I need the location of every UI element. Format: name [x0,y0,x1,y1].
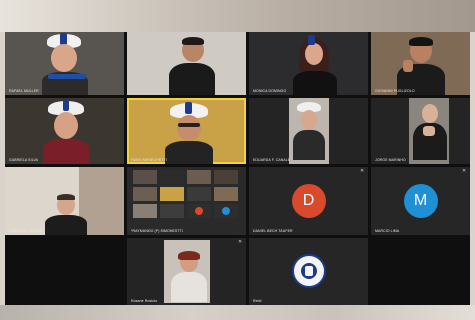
participant-video [165,102,213,164]
muted-mic-icon: ✕ [238,239,243,245]
sub-tile [160,204,184,218]
participant-name: MARCIO LIMA [375,229,400,233]
participant-video [397,37,445,95]
participant-tile-active-speaker[interactable]: FABIO MENEGHETTI [127,98,246,164]
avatar: M [403,184,438,218]
sub-tile-avatar [222,207,230,215]
participant-video [40,33,90,95]
participant-video [43,100,89,164]
sub-tile [160,170,184,184]
organization-logo [292,254,326,288]
participant-name: SANTIAGO JUNIOR [9,229,43,233]
participant-tile[interactable]: Reidi [249,238,368,305]
participant-tile[interactable]: D ✕ DANIEL BECH TAUFER [249,167,368,235]
participant-name: MONICA DOMINGO [253,89,287,93]
sub-tile [133,170,157,184]
muted-mic-icon: ✕ [360,168,365,174]
participant-video [293,35,337,95]
sub-tile [160,187,184,201]
participant-name: Rosane Rostolo [131,299,158,303]
sub-tile [133,204,157,218]
participant-tile[interactable]: JORGE MARINHO [371,98,470,164]
sub-tile [133,187,157,201]
participant-tile[interactable]: GABRIELA SILVA [5,98,124,164]
participant-name: *RAYMUNDO (P) SIMONESTTI [131,229,183,233]
participant-name: FABIO MENEGHETTI [131,158,167,162]
sub-tile [187,187,211,201]
participant-name: JORGE MARINHO [375,158,406,162]
participant-tile[interactable]: EDUARDA F. CANALE [249,98,368,164]
sub-tile [214,170,238,184]
participant-tile-gallery[interactable]: *RAYMUNDO (P) SIMONESTTI [127,167,246,235]
sub-tile-avatar [195,207,203,215]
participant-tile[interactable]: SANTIAGO JUNIOR [5,167,124,235]
participant-tile[interactable]: RAFAEL MULLER [5,32,124,95]
participant-tile[interactable]: ✕ Rosane Rostolo [127,238,246,305]
participant-name: DANIEL BECH TAUFER [253,229,293,233]
participant-tile[interactable] [127,32,246,95]
participant-tile[interactable]: MONICA DOMINGO [249,32,368,95]
avatar: D [291,184,326,218]
participant-tile[interactable]: M ✕ MARCIO LIMA [371,167,470,235]
participant-name: GIOVANNI PUGLIZOLO [375,89,415,93]
participant-video [169,37,215,95]
sub-tile [187,170,211,184]
background-bottom [0,305,475,320]
video-grid: RAFAEL MULLER MONICA DOMINGO GIOVANNI PU… [5,32,470,305]
participant-name: GABRIELA SILVA [9,158,39,162]
participant-video [45,194,87,235]
sub-tile [214,187,238,201]
muted-mic-icon: ✕ [462,168,467,174]
avatar-initial: M [413,192,428,209]
participant-name: RAFAEL MULLER [9,89,39,93]
participant-tile[interactable]: GIOVANNI PUGLIZOLO [371,32,470,95]
participant-name: EDUARDA F. CANALE [253,158,291,162]
avatar-initial: D [302,192,315,209]
background-top [0,0,475,32]
participant-name: Reidi [253,299,262,303]
